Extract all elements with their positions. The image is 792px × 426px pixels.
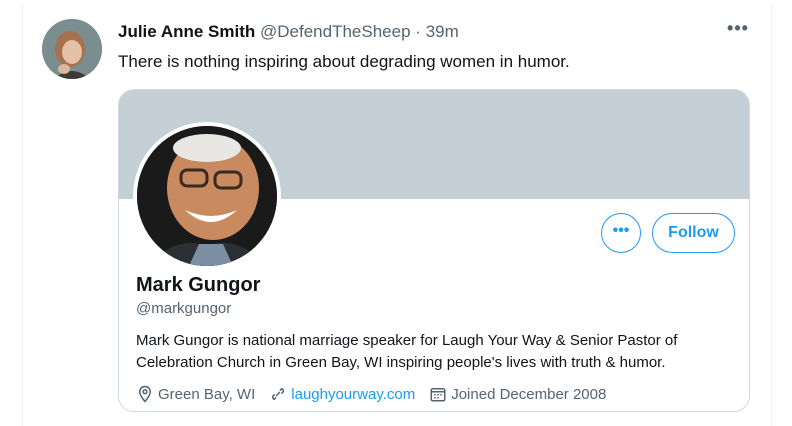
joined-item: Joined December 2008 [429, 385, 606, 403]
link-icon [272, 387, 285, 401]
embedded-profile-card[interactable]: ••• Follow Mark Gungor @markgungor Mark … [118, 89, 750, 412]
follow-button[interactable]: Follow [652, 213, 735, 253]
profile-avatar[interactable] [133, 122, 281, 270]
tweet-timestamp[interactable]: 39m [426, 22, 459, 41]
profile-name: Mark Gungor [136, 274, 261, 296]
website-link[interactable]: laughyourway.com [291, 386, 415, 403]
separator-dot: · [415, 22, 421, 41]
website-item[interactable]: laughyourway.com [269, 385, 415, 403]
location-pin-icon [138, 385, 152, 403]
profile-meta: Green Bay, WI laughyourway.com Joined De… [136, 385, 620, 403]
card-more-button[interactable]: ••• [601, 213, 641, 253]
location-item: Green Bay, WI [136, 385, 255, 403]
joined-text: Joined December 2008 [451, 385, 607, 403]
avatar-image [42, 19, 102, 79]
tweet-more-button[interactable]: ••• [726, 19, 750, 40]
location-text: Green Bay, WI [158, 385, 256, 403]
calendar-icon [430, 388, 446, 402]
profile-handle: @markgungor [136, 300, 232, 317]
tweet-text: There is nothing inspiring about degradi… [118, 52, 570, 71]
tweet-header: Julie Anne Smith @DefendTheSheep · 39m [118, 22, 459, 42]
author-name[interactable]: Julie Anne Smith [118, 22, 255, 41]
profile-bio: Mark Gungor is national marriage speaker… [136, 332, 678, 371]
user-avatar[interactable] [42, 19, 102, 79]
profile-avatar-image [137, 126, 277, 266]
author-handle[interactable]: @DefendTheSheep [260, 22, 411, 41]
